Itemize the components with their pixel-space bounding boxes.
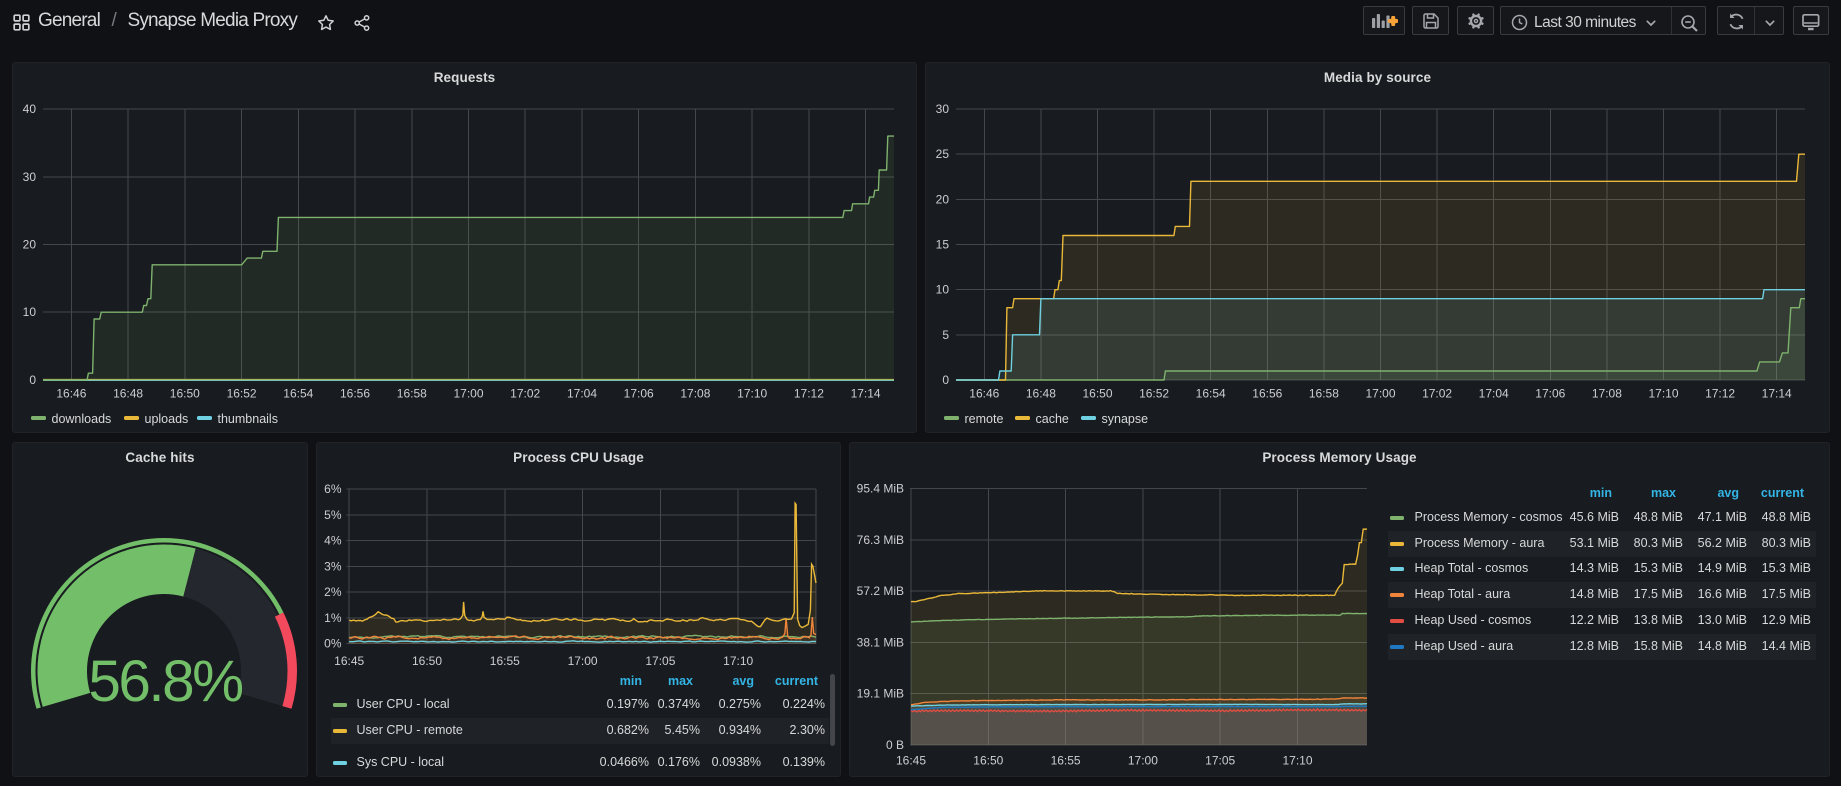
svg-text:16:52: 16:52 (1139, 387, 1169, 401)
svg-text:16:55: 16:55 (1051, 754, 1081, 768)
svg-text:16:46: 16:46 (969, 387, 999, 401)
svg-text:20: 20 (936, 192, 950, 206)
svg-text:16:55: 16:55 (490, 654, 520, 668)
svg-text:19.1 MiB: 19.1 MiB (857, 687, 904, 701)
svg-text:16:50: 16:50 (973, 754, 1003, 768)
svg-text:17:04: 17:04 (567, 387, 597, 401)
svg-text:17:00: 17:00 (568, 654, 598, 668)
svg-text:16:52: 16:52 (227, 387, 257, 401)
svg-text:16:54: 16:54 (1196, 387, 1226, 401)
svg-text:76.3 MiB: 76.3 MiB (857, 533, 904, 547)
svg-text:17:04: 17:04 (1479, 387, 1509, 401)
svg-text:15: 15 (936, 238, 950, 252)
svg-text:16:50: 16:50 (170, 387, 200, 401)
svg-text:17:05: 17:05 (1205, 754, 1235, 768)
svg-text:16:45: 16:45 (896, 754, 926, 768)
svg-text:0 B: 0 B (886, 738, 904, 752)
svg-text:5: 5 (942, 328, 949, 342)
svg-text:17:02: 17:02 (1422, 387, 1452, 401)
svg-text:17:02: 17:02 (510, 387, 540, 401)
svg-text:40: 40 (23, 102, 37, 116)
svg-text:17:00: 17:00 (1365, 387, 1395, 401)
svg-text:16:48: 16:48 (1026, 387, 1056, 401)
svg-text:17:14: 17:14 (1762, 387, 1792, 401)
svg-text:10: 10 (936, 283, 950, 297)
svg-text:17:10: 17:10 (723, 654, 753, 668)
svg-text:17:06: 17:06 (1535, 387, 1565, 401)
svg-text:5%: 5% (324, 508, 342, 522)
svg-text:16:45: 16:45 (334, 654, 364, 668)
svg-text:17:12: 17:12 (794, 387, 824, 401)
svg-text:57.2 MiB: 57.2 MiB (857, 584, 904, 598)
svg-text:10: 10 (23, 305, 37, 319)
svg-text:17:08: 17:08 (680, 387, 710, 401)
svg-text:25: 25 (936, 147, 950, 161)
svg-text:30: 30 (936, 102, 950, 116)
svg-text:0%: 0% (324, 637, 342, 651)
svg-text:16:56: 16:56 (1252, 387, 1282, 401)
svg-text:17:00: 17:00 (453, 387, 483, 401)
svg-text:30: 30 (23, 170, 37, 184)
svg-text:16:50: 16:50 (1082, 387, 1112, 401)
svg-text:0: 0 (942, 373, 949, 387)
svg-text:16:54: 16:54 (283, 387, 313, 401)
svg-text:16:58: 16:58 (1309, 387, 1339, 401)
svg-text:16:48: 16:48 (113, 387, 143, 401)
svg-text:16:58: 16:58 (397, 387, 427, 401)
svg-text:17:10: 17:10 (1648, 387, 1678, 401)
svg-text:17:10: 17:10 (737, 387, 767, 401)
svg-text:16:50: 16:50 (412, 654, 442, 668)
svg-text:17:06: 17:06 (624, 387, 654, 401)
svg-text:17:08: 17:08 (1592, 387, 1622, 401)
svg-text:1%: 1% (324, 611, 342, 625)
svg-text:16:46: 16:46 (56, 387, 86, 401)
svg-text:17:14: 17:14 (851, 387, 881, 401)
svg-text:17:00: 17:00 (1128, 754, 1158, 768)
svg-text:16:56: 16:56 (340, 387, 370, 401)
svg-text:38.1 MiB: 38.1 MiB (857, 635, 904, 649)
svg-text:17:05: 17:05 (645, 654, 675, 668)
svg-text:0: 0 (29, 373, 36, 387)
svg-text:20: 20 (23, 238, 37, 252)
svg-text:95.4 MiB: 95.4 MiB (857, 482, 904, 496)
svg-text:4%: 4% (324, 534, 342, 548)
svg-text:2%: 2% (324, 585, 342, 599)
svg-text:17:12: 17:12 (1705, 387, 1735, 401)
svg-text:3%: 3% (324, 559, 342, 573)
svg-text:6%: 6% (324, 482, 342, 496)
svg-text:17:10: 17:10 (1282, 754, 1312, 768)
